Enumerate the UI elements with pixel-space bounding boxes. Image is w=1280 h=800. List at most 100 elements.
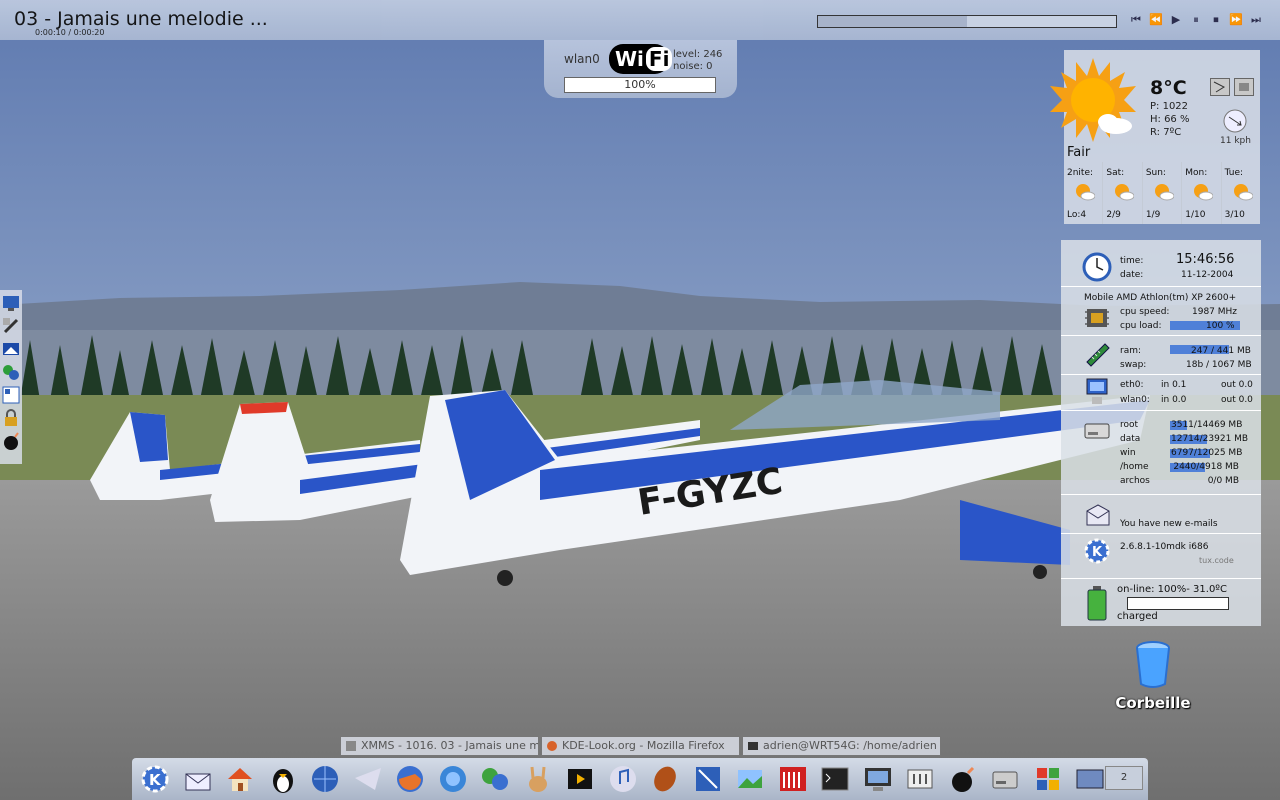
hard-disk-icon: [1084, 423, 1110, 439]
cpu-icon: [1085, 309, 1109, 327]
gaim-icon[interactable]: [478, 762, 512, 796]
drive-icon[interactable]: [988, 762, 1022, 796]
firefox-launcher-icon[interactable]: [393, 762, 427, 796]
windows-icon[interactable]: [1031, 762, 1065, 796]
next-track-button[interactable]: ⏩: [1227, 11, 1245, 29]
eth-label: eth0:: [1120, 380, 1144, 390]
wifi-level-text: level: 246: [673, 49, 723, 60]
disk-usage: 3511/14469 MB: [1171, 420, 1243, 430]
cpu-speed: 1987 MHz: [1192, 307, 1238, 317]
xmms-icon: [346, 741, 356, 751]
kde-menu-icon[interactable]: K: [138, 762, 172, 796]
amarok-icon[interactable]: [648, 762, 682, 796]
window-settings-icon[interactable]: [1, 385, 21, 405]
left-dock: [0, 290, 22, 464]
eth-out: out 0.0: [1221, 380, 1253, 390]
seek-bar[interactable]: [817, 15, 1117, 28]
clock-date: 11-12-2004: [1181, 270, 1234, 280]
mail-status: You have new e-mails: [1120, 519, 1218, 529]
trash[interactable]: Corbeille: [1108, 640, 1198, 712]
home-icon[interactable]: [223, 762, 257, 796]
disk-usage: 6797/12025 MB: [1171, 448, 1243, 458]
tux-icon[interactable]: [266, 762, 300, 796]
partly-cloudy-icon: [1233, 184, 1253, 201]
battery-status: on-line: 100%- 31.0ºC: [1117, 584, 1227, 595]
cpu-load-label: cpu load:: [1120, 321, 1162, 331]
forecast-day-name: 2nite:: [1067, 168, 1094, 178]
editor-icon[interactable]: [691, 762, 725, 796]
calendar-icon[interactable]: [776, 762, 810, 796]
forecast-day-name: Mon:: [1185, 168, 1208, 178]
ram-usage: 247 / 441 MB: [1191, 346, 1251, 356]
network-apps-icon[interactable]: [1, 362, 21, 382]
bunny-icon[interactable]: [521, 762, 555, 796]
stop-button[interactable]: ⏹: [1207, 11, 1225, 29]
bomb-launcher-icon[interactable]: [946, 762, 980, 796]
terminal-icon: [748, 742, 758, 750]
forecast-day-name: Sun:: [1145, 168, 1166, 178]
pressure-value: P: 1022: [1150, 101, 1189, 112]
launcher-icons: K: [138, 762, 1116, 796]
task-label: KDE-Look.org - Mozilla Firefox: [562, 739, 725, 752]
task-label: adrien@WRT54G: /home/adrien: [763, 739, 937, 752]
wind-speed: 11 kph: [1220, 136, 1251, 146]
video-player-icon[interactable]: [563, 762, 597, 796]
image-viewer-icon[interactable]: [733, 762, 767, 796]
partly-cloudy-icon: [1194, 184, 1214, 201]
wifi-quality-bar: 100%: [564, 77, 716, 93]
desktop-pager[interactable]: 2: [1105, 766, 1143, 790]
display-icon[interactable]: [1, 339, 21, 359]
task-xmms[interactable]: XMMS - 1016. 03 - Jamais une melodie: [340, 736, 539, 756]
cpu-name: Mobile AMD Athlon(tm) XP 2600+: [1084, 293, 1237, 303]
wlan-label: wlan0:: [1120, 395, 1150, 405]
music-icon[interactable]: [606, 762, 640, 796]
ram-label: ram:: [1120, 346, 1142, 356]
next-album-button[interactable]: ⏭: [1247, 11, 1265, 29]
battery-state: charged: [1117, 611, 1158, 622]
forecast-day-name: Sat:: [1106, 168, 1125, 178]
song-time: 0:00:10 / 0:00:20: [35, 28, 105, 37]
weather-satellite-icon[interactable]: [1234, 78, 1254, 96]
dew-value: R: 7ºC: [1150, 127, 1182, 138]
time-label: time:: [1120, 256, 1144, 266]
mail-icon[interactable]: [1085, 503, 1111, 527]
temperature: 8°C: [1150, 77, 1187, 99]
partly-cloudy-icon: [1076, 184, 1095, 201]
forecast-day: Tue: 3/10: [1222, 162, 1260, 224]
weather-map-icon[interactable]: [1210, 78, 1230, 96]
forecast-day: Mon: 1/10: [1182, 162, 1222, 224]
kmail-icon[interactable]: [181, 762, 215, 796]
mail-send-icon[interactable]: [351, 762, 385, 796]
control-center-icon[interactable]: [903, 762, 937, 796]
monitor-app-icon[interactable]: [1, 293, 21, 313]
prev-album-button[interactable]: ⏮: [1127, 11, 1145, 29]
wlan-out: out 0.0: [1221, 395, 1253, 405]
wifi-logo-a: Wi: [615, 47, 644, 71]
weather-forecast: 2nite: Lo:4 Sat: 2/9 Sun: 1/9 Mon: 1/10 Tue: 3/10: [1064, 162, 1260, 224]
task-firefox[interactable]: KDE-Look.org - Mozilla Firefox: [541, 736, 740, 756]
taskbar-tasks: XMMS - 1016. 03 - Jamais une melodie KDE…: [340, 736, 943, 756]
thunderbird-icon[interactable]: [436, 762, 470, 796]
weather-details: P: 1022 H: 66 % R: 7ºC: [1150, 100, 1189, 139]
desktop-preview-icon[interactable]: [1073, 762, 1107, 796]
xmms-bar: 03 - Jamais une melodie ... 0:00:10 / 0:…: [0, 0, 1280, 40]
konqueror-icon[interactable]: [308, 762, 342, 796]
terminal-launcher-icon[interactable]: [818, 762, 852, 796]
disk-name: data: [1120, 434, 1141, 444]
disk-name: root: [1120, 420, 1139, 430]
bomb-icon[interactable]: [1, 431, 21, 451]
task-terminal[interactable]: adrien@WRT54G: /home/adrien: [742, 736, 941, 756]
player-controls: ⏮ ⏪ ▶ ⏸ ⏹ ⏩ ⏭: [1127, 11, 1265, 29]
network-icon: [1086, 378, 1108, 404]
prev-track-button[interactable]: ⏪: [1147, 11, 1165, 29]
pause-button[interactable]: ⏸: [1187, 11, 1205, 29]
forecast-day: 2nite: Lo:4: [1064, 162, 1104, 224]
forecast-day: Sun: 1/9: [1143, 162, 1183, 224]
remote-desktop-icon[interactable]: [861, 762, 895, 796]
play-button[interactable]: ▶: [1167, 11, 1185, 29]
firefox-icon: [547, 741, 557, 751]
clock-time: 15:46:56: [1176, 252, 1235, 267]
disk-name: win: [1120, 448, 1136, 458]
lock-icon[interactable]: [1, 408, 21, 428]
satellite-icon[interactable]: [1, 316, 21, 336]
